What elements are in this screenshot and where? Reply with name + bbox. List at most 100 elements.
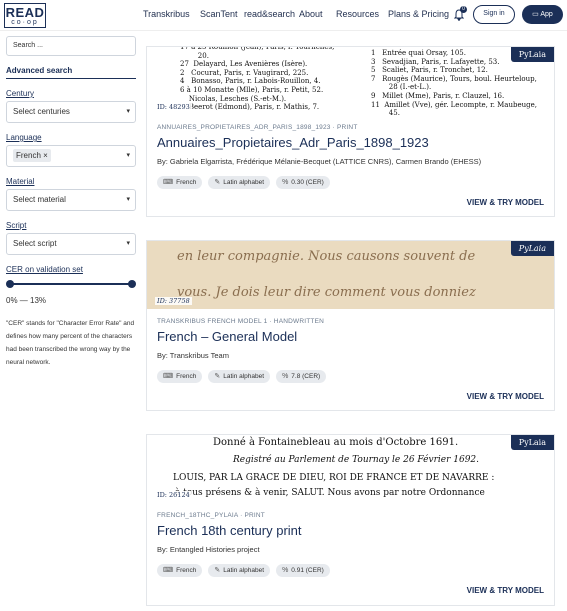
language-icon: ⌨ [163,567,174,574]
feather-icon: ✎ [214,179,221,186]
alphabet-tag-label: Latin alphabet [223,567,265,574]
model-title[interactable]: Annuaires_Propietaires_Adr_Paris_1898_19… [157,135,429,150]
model-authors: By: Gabriela Elgarrista, Frédérique Méla… [157,157,482,166]
model-card[interactable]: Donné à Fontainebleau au mois d'Octobre … [146,434,555,606]
material-select-value: Select material [13,195,66,204]
feather-icon: ✎ [214,373,221,380]
model-tags: ⌨ French ✎ Latin alphabet % 0.91 (CER) [157,564,330,577]
language-select[interactable]: French × ▾ [6,145,136,167]
script-label: Script [6,221,27,230]
language-tag: ⌨ French [157,370,203,383]
sample-text-line: vous. Je dois leur dire comment vous don… [177,285,476,300]
nav-scantent[interactable]: ScanTent [200,9,238,19]
cer-tag-label: 0.91 (CER) [291,567,324,574]
model-meta: TRANSKRIBUS FRENCH MODEL 1 · HANDWRITTEN [157,318,325,325]
cer-slider-max-handle[interactable] [128,280,136,288]
chevron-down-icon: ▾ [126,152,130,159]
nav-transkribus[interactable]: Transkribus [143,9,190,19]
sample-text-line: LOUIS, PAR LA GRACE DE DIEU, ROI DE FRAN… [173,473,495,483]
cer-tag-label: 0.30 (CER) [291,179,324,186]
model-meta: ANNUAIRES_PROPIETAIRES_ADR_PARIS_1898_19… [157,124,358,131]
cer-explanation-note: "CER" stands for "Character Error Rate" … [6,320,135,366]
model-tags: ⌨ French ✎ Latin alphabet % 7.8 (CER) [157,370,327,383]
view-try-model-link[interactable]: VIEW & TRY MODEL [467,586,544,595]
language-tag-label: French [176,567,197,574]
alphabet-tag: ✎ Latin alphabet [208,370,271,383]
search-input[interactable]: Search ... [6,36,136,56]
sample-image-thumbnail: 17 à 25 Rouillon (Jean), Paris, r. Tourn… [147,47,554,115]
alphabet-tag: ✎ Latin alphabet [208,564,271,577]
nav-plans-pricing[interactable]: Plans & Pricing [388,9,449,19]
chevron-down-icon: ▾ [126,240,130,247]
model-title[interactable]: French – General Model [157,329,297,344]
chevron-down-icon: ▾ [126,196,130,203]
model-id-badge: ID: 37758 [155,297,192,305]
top-navigation-bar: READ co·op Transkribus ScanTent read&sea… [0,0,567,31]
nav-about[interactable]: About [299,9,323,19]
model-authors: By: Entangled Histories project [157,545,260,554]
century-label: Century [6,89,35,98]
model-authors: By: Transkribus Team [157,351,229,360]
material-label: Material [6,177,35,186]
material-select[interactable]: Select material ▾ [6,189,136,211]
sign-in-button[interactable]: Sign in [473,5,515,24]
chevron-down-icon: ▾ [126,108,130,115]
model-title[interactable]: French 18th century print [157,523,302,538]
engine-badge: PyLaia [510,47,554,62]
view-try-model-link[interactable]: VIEW & TRY MODEL [467,198,544,207]
engine-badge: PyLaia [510,435,554,450]
model-id-badge: ID: 26124 [155,491,192,499]
language-tag: ⌨ French [157,564,203,577]
century-select-value: Select centuries [13,107,70,116]
sample-image-thumbnail: Donné à Fontainebleau au mois d'Octobre … [147,435,554,503]
model-card[interactable]: en leur compagnie. Nous causons souvent … [146,240,555,411]
percent-icon: % [282,179,289,186]
language-icon: ⌨ [163,373,174,380]
language-icon: ⌨ [163,179,174,186]
sample-text-line: Registré au Parlement de Tournay le 26 F… [233,455,480,465]
read-coop-logo[interactable]: READ co·op [4,3,46,28]
logo-subtext: co·op [11,18,39,26]
sample-text-left-column: 17 à 25 Rouillon (Jean), Paris, r. Tourn… [180,47,335,112]
cer-tag: % 7.8 (CER) [276,370,327,383]
cer-slider-track [10,283,132,285]
language-tag-label: French [176,179,197,186]
cer-tag: % 0.91 (CER) [276,564,330,577]
cer-slider-min-handle[interactable] [6,280,14,288]
nav-read-search[interactable]: read&search [244,9,295,19]
nav-resources[interactable]: Resources [336,9,379,19]
model-id-badge: ID: 48293 [155,103,192,111]
cer-label: CER on validation set [6,265,83,274]
percent-icon: % [282,373,289,380]
engine-badge: PyLaia [510,241,554,256]
logo-text: READ [5,4,45,20]
script-select[interactable]: Select script ▾ [6,233,136,255]
language-label: Language [6,133,42,142]
sample-text-line: à tous présens & à venir, SALUT. Nous av… [175,488,485,498]
language-tag: ⌨ French [157,176,203,189]
filter-sidebar: Search ... Advanced search Century Selec… [6,36,136,369]
app-button-label: App [540,11,553,18]
script-select-value: Select script [13,239,57,248]
model-tags: ⌨ French ✎ Latin alphabet % 0.30 (CER) [157,176,330,189]
notification-count-badge: 0 [460,6,467,13]
alphabet-tag-label: Latin alphabet [223,373,265,380]
sample-image-thumbnail: en leur compagnie. Nous causons souvent … [147,241,554,309]
feather-icon: ✎ [214,567,221,574]
cer-range-slider[interactable] [6,280,136,288]
cer-tag: % 0.30 (CER) [276,176,330,189]
alphabet-tag: ✎ Latin alphabet [208,176,271,189]
notification-bell-icon[interactable]: 0 [453,6,467,22]
model-card[interactable]: 17 à 25 Rouillon (Jean), Paris, r. Tourn… [146,46,555,217]
advanced-search-heading: Advanced search [6,66,136,79]
language-tag-label: French [176,373,197,380]
cer-range-value: 0% — 13% [6,296,47,305]
century-select[interactable]: Select centuries ▾ [6,101,136,123]
sample-text-line: en leur compagnie. Nous causons souvent … [177,249,476,264]
language-chip-french[interactable]: French × [13,149,51,162]
cer-tag-label: 7.8 (CER) [291,373,321,380]
percent-icon: % [282,567,289,574]
model-meta: FRENCH_18THC_PYLAIA · PRINT [157,512,265,519]
app-button[interactable]: ▭ App [522,5,563,24]
view-try-model-link[interactable]: VIEW & TRY MODEL [467,392,544,401]
